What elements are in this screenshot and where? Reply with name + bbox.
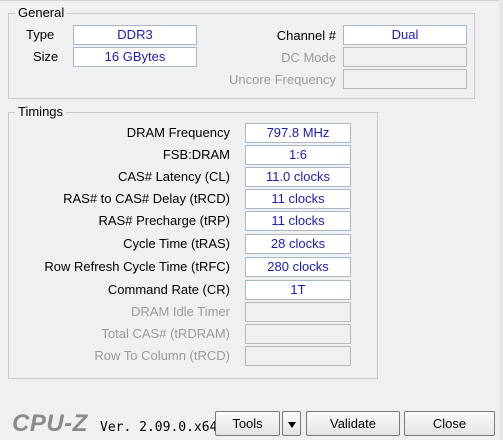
version-text: Ver. 2.09.0.x64 — [100, 420, 218, 435]
row-refresh-cycle-time-label: Row Refresh Cycle Time (tRFC) — [44, 259, 230, 274]
dram-frequency-label: DRAM Frequency — [126, 125, 230, 140]
command-rate-label: Command Rate (CR) — [107, 282, 230, 297]
row-refresh-cycle-time-value: 280 clocks — [245, 257, 351, 277]
cycle-time-label: Cycle Time (tRAS) — [123, 236, 230, 251]
window-edge — [499, 0, 503, 440]
size-label: Size — [33, 49, 59, 64]
cas-latency-value: 11.0 clocks — [245, 167, 351, 187]
validate-button-label: Validate — [329, 416, 376, 431]
row-to-column-label: Row To Column (tRCD) — [94, 348, 230, 363]
command-rate-value: 1T — [245, 280, 351, 300]
cpu-z-logo: CPU-Z — [12, 410, 88, 437]
top-divider — [0, 0, 503, 1]
dc-mode-label: DC Mode — [281, 50, 336, 65]
general-title: General — [15, 5, 68, 21]
cas-latency-label: CAS# Latency (CL) — [118, 169, 230, 184]
type-label: Type — [26, 27, 55, 42]
close-button[interactable]: Close — [404, 411, 495, 436]
fsb-dram-value: 1:6 — [245, 145, 351, 165]
cycle-time-value: 28 clocks — [245, 234, 351, 254]
total-cas-value — [245, 324, 351, 344]
dram-frequency-value: 797.8 MHz — [245, 123, 351, 143]
type-value: DDR3 — [73, 25, 197, 45]
ras-precharge-label: RAS# Precharge (tRP) — [98, 213, 231, 228]
tools-button[interactable]: Tools — [215, 411, 280, 436]
ras-precharge-value: 11 clocks — [245, 211, 351, 231]
validate-button[interactable]: Validate — [306, 411, 400, 436]
fsb-dram-label: FSB:DRAM — [162, 147, 230, 162]
chevron-down-icon — [287, 421, 296, 428]
timings-title: Timings — [15, 104, 67, 120]
dram-idle-timer-label: DRAM Idle Timer — [131, 304, 230, 319]
uncore-frequency-value — [343, 69, 467, 89]
uncore-frequency-label: Uncore Frequency — [229, 72, 336, 87]
tools-button-label: Tools — [232, 416, 263, 431]
ras-to-cas-delay-label: RAS# to CAS# Delay (tRCD) — [63, 191, 230, 206]
dram-idle-timer-value — [245, 302, 351, 322]
ras-to-cas-delay-value: 11 clocks — [245, 189, 351, 209]
tools-dropdown-button[interactable] — [282, 411, 301, 436]
size-value: 16 GBytes — [73, 47, 197, 67]
channel-label: Channel # — [276, 28, 336, 43]
total-cas-label: Total CAS# (tRDRAM) — [101, 326, 230, 341]
dc-mode-value — [343, 47, 467, 67]
row-to-column-value — [245, 346, 351, 366]
channel-value: Dual — [343, 25, 467, 45]
close-button-label: Close — [432, 416, 467, 431]
